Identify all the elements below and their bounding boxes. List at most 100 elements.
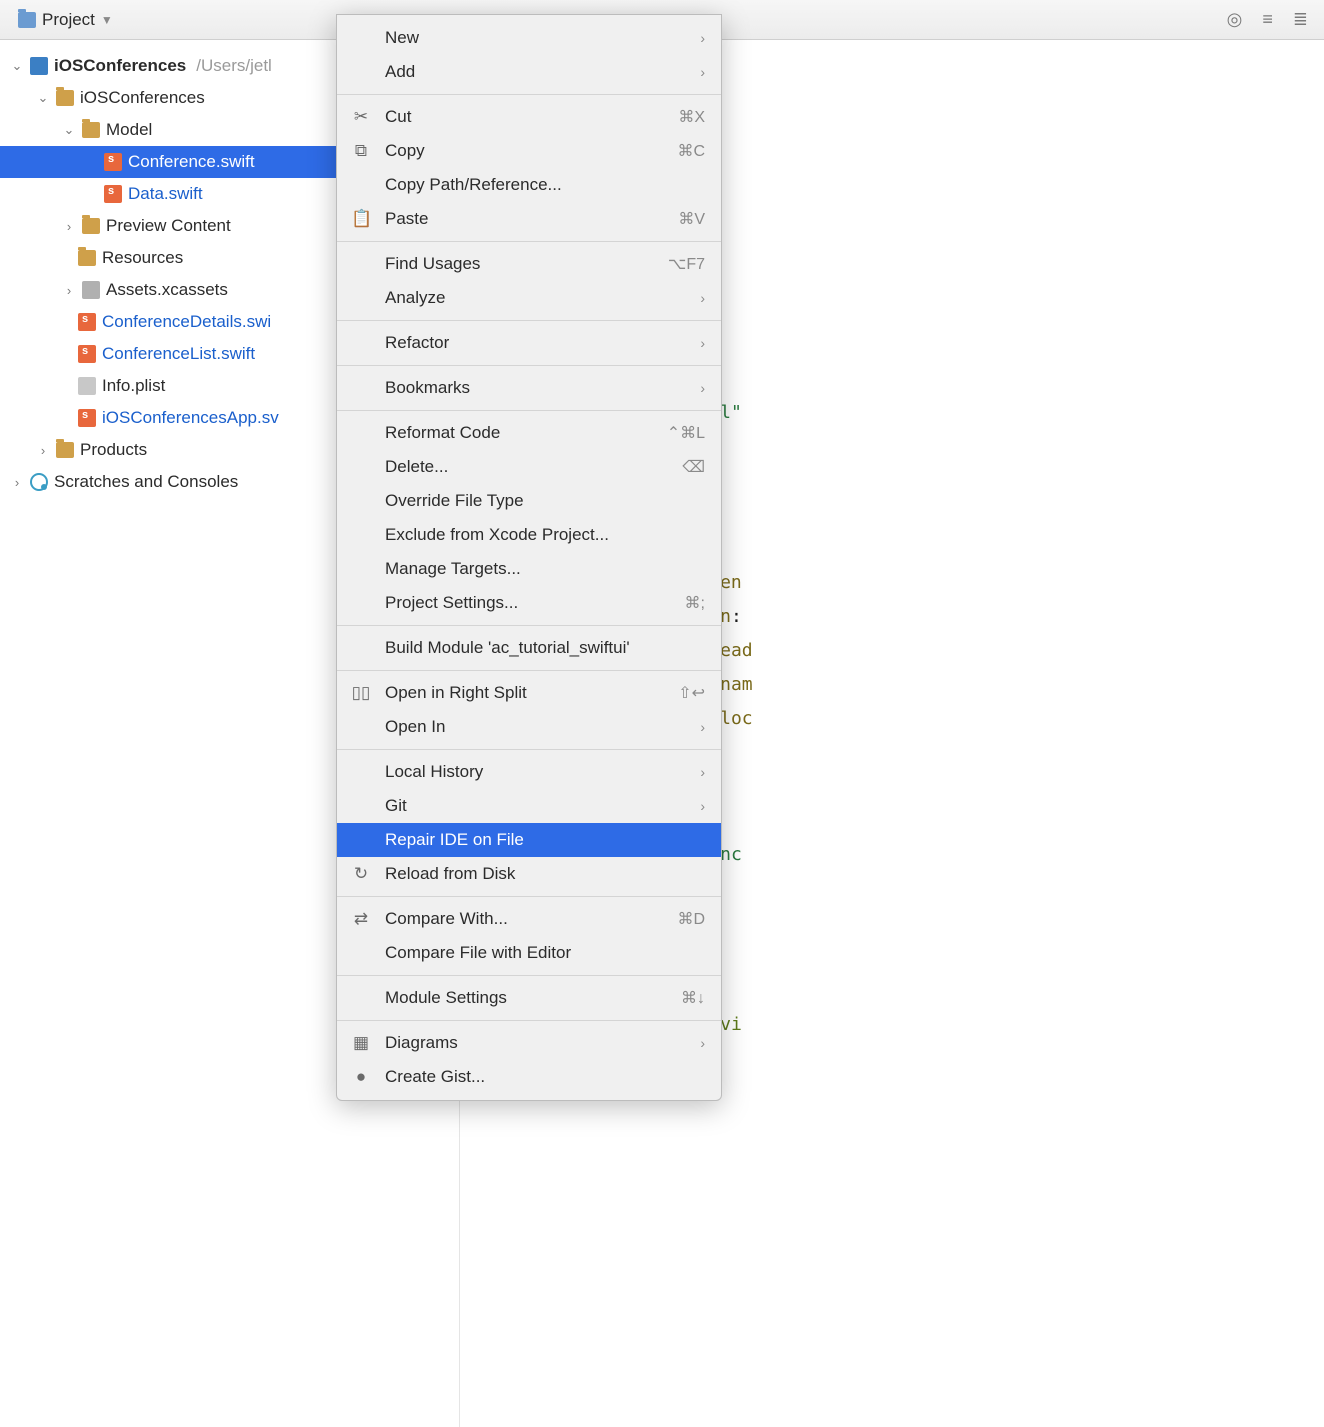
menu-separator	[337, 410, 721, 411]
expand-icon[interactable]: ≡	[1256, 5, 1279, 34]
menu-separator	[337, 749, 721, 750]
menu-item-icon: ●	[351, 1067, 371, 1087]
menu-separator	[337, 241, 721, 242]
menu-item-refactor[interactable]: Refactor ›	[337, 326, 721, 360]
swift-icon	[78, 409, 96, 427]
menu-item-icon: ⇄	[351, 909, 371, 929]
tree-label: iOSConferences	[80, 88, 205, 108]
chevron-right-icon: ›	[700, 335, 705, 351]
tree-path: /Users/jetl	[196, 56, 272, 76]
chevron-down-icon: ▼	[101, 13, 113, 27]
menu-item-add[interactable]: Add›	[337, 55, 721, 89]
menu-item-label: Open In	[385, 717, 446, 737]
menu-item-repair-ide-on-file[interactable]: Repair IDE on File	[337, 823, 721, 857]
menu-item-icon: ⧉	[351, 141, 371, 161]
menu-item-shortcut: ⇧↩	[678, 683, 705, 703]
menu-item-build-module-ac-tutorial-swiftui[interactable]: Build Module 'ac_tutorial_swiftui'	[337, 631, 721, 665]
tree-label: ConferenceList.swift	[102, 344, 255, 364]
menu-item-compare-file-with-editor[interactable]: Compare File with Editor	[337, 936, 721, 970]
menu-item-reload-from-disk[interactable]: ↻Reload from Disk	[337, 857, 721, 891]
menu-item-label: Exclude from Xcode Project...	[385, 525, 609, 545]
scratch-icon	[30, 473, 48, 491]
menu-item-open-in[interactable]: Open In ›	[337, 710, 721, 744]
menu-separator	[337, 94, 721, 95]
menu-item-exclude-from-xcode-project[interactable]: Exclude from Xcode Project...	[337, 518, 721, 552]
context-menu: New›Add›✂Cut⌘X⧉Copy⌘CCopy Path/Reference…	[336, 14, 722, 1101]
tree-label: Scratches and Consoles	[54, 472, 238, 492]
menu-item-project-settings[interactable]: Project Settings...⌘;	[337, 586, 721, 620]
menu-item-copy[interactable]: ⧉Copy⌘C	[337, 134, 721, 168]
menu-item-label: Override File Type	[385, 491, 524, 511]
chevron-down-icon: ⌄	[36, 90, 50, 106]
menu-item-bookmarks[interactable]: Bookmarks ›	[337, 371, 721, 405]
target-icon[interactable]: ◎	[1221, 5, 1249, 34]
menu-item-label: Bookmarks	[385, 378, 470, 398]
menu-item-label: Local History	[385, 762, 483, 782]
menu-item-analyze[interactable]: Analyze ›	[337, 281, 721, 315]
tree-label: Data.swift	[128, 184, 203, 204]
menu-item-icon: 📋	[351, 209, 371, 229]
menu-item-icon: ▦	[351, 1033, 371, 1053]
swift-icon	[78, 313, 96, 331]
menu-item-label: Find Usages	[385, 254, 480, 274]
menu-item-find-usages[interactable]: Find Usages⌥F7	[337, 247, 721, 281]
menu-separator	[337, 670, 721, 671]
chevron-right-icon: ›	[36, 443, 50, 458]
chevron-down-icon: ⌄	[10, 58, 24, 74]
menu-item-shortcut: ⌘;	[685, 593, 705, 613]
menu-item-create-gist[interactable]: ●Create Gist...	[337, 1060, 721, 1094]
menu-item-delete[interactable]: Delete...⌫	[337, 450, 721, 484]
menu-item-diagrams[interactable]: ▦Diagrams›	[337, 1026, 721, 1060]
folder-icon	[56, 90, 74, 106]
menu-item-new[interactable]: New›	[337, 21, 721, 55]
menu-item-label: Manage Targets...	[385, 559, 521, 579]
folder-icon	[82, 218, 100, 234]
menu-separator	[337, 365, 721, 366]
chevron-right-icon: ›	[700, 764, 705, 780]
menu-item-label: Refactor	[385, 333, 449, 353]
menu-separator	[337, 975, 721, 976]
menu-item-label: Analyze	[385, 288, 445, 308]
menu-item-cut[interactable]: ✂Cut⌘X	[337, 100, 721, 134]
menu-item-open-in-right-split[interactable]: ▯▯Open in Right Split⇧↩	[337, 676, 721, 710]
menu-separator	[337, 896, 721, 897]
collapse-icon[interactable]: ≣	[1287, 5, 1314, 34]
tree-label: Info.plist	[102, 376, 165, 396]
menu-item-local-history[interactable]: Local History ›	[337, 755, 721, 789]
menu-separator	[337, 320, 721, 321]
tree-label: Preview Content	[106, 216, 231, 236]
menu-item-paste[interactable]: 📋Paste⌘V	[337, 202, 721, 236]
menu-item-label: Add	[385, 62, 415, 82]
menu-item-shortcut: ⌘V	[678, 209, 705, 229]
project-dropdown[interactable]: Project ▼	[10, 8, 121, 32]
menu-item-label: Open in Right Split	[385, 683, 527, 703]
menu-item-label: Copy Path/Reference...	[385, 175, 562, 195]
menu-item-label: Diagrams	[385, 1033, 458, 1053]
chevron-right-icon: ›	[700, 380, 705, 396]
tree-label: Products	[80, 440, 147, 460]
chevron-right-icon: ›	[62, 283, 76, 298]
plist-icon	[78, 377, 96, 395]
menu-item-compare-with[interactable]: ⇄Compare With...⌘D	[337, 902, 721, 936]
folder-icon	[82, 122, 100, 138]
menu-item-override-file-type[interactable]: Override File Type	[337, 484, 721, 518]
menu-item-label: Compare With...	[385, 909, 508, 929]
tree-label: iOSConferences	[54, 56, 186, 76]
menu-item-copy-path-reference[interactable]: Copy Path/Reference...	[337, 168, 721, 202]
chevron-right-icon: ›	[62, 219, 76, 234]
menu-item-label: Copy	[385, 141, 425, 161]
menu-item-shortcut: ⌘X	[678, 107, 705, 127]
menu-item-shortcut: ⌃⌘L	[667, 423, 705, 443]
tree-label: iOSConferencesApp.sv	[102, 408, 279, 428]
menu-item-module-settings[interactable]: Module Settings⌘↓	[337, 981, 721, 1015]
chevron-right-icon: ›	[700, 719, 705, 735]
chevron-right-icon: ›	[700, 290, 705, 306]
dropdown-label: Project	[42, 10, 95, 30]
menu-item-git[interactable]: Git›	[337, 789, 721, 823]
folder-icon	[56, 442, 74, 458]
menu-item-reformat-code[interactable]: Reformat Code⌃⌘L	[337, 416, 721, 450]
swift-icon	[104, 153, 122, 171]
xcassets-icon	[82, 281, 100, 299]
menu-item-manage-targets[interactable]: Manage Targets...	[337, 552, 721, 586]
project-icon	[30, 57, 48, 75]
